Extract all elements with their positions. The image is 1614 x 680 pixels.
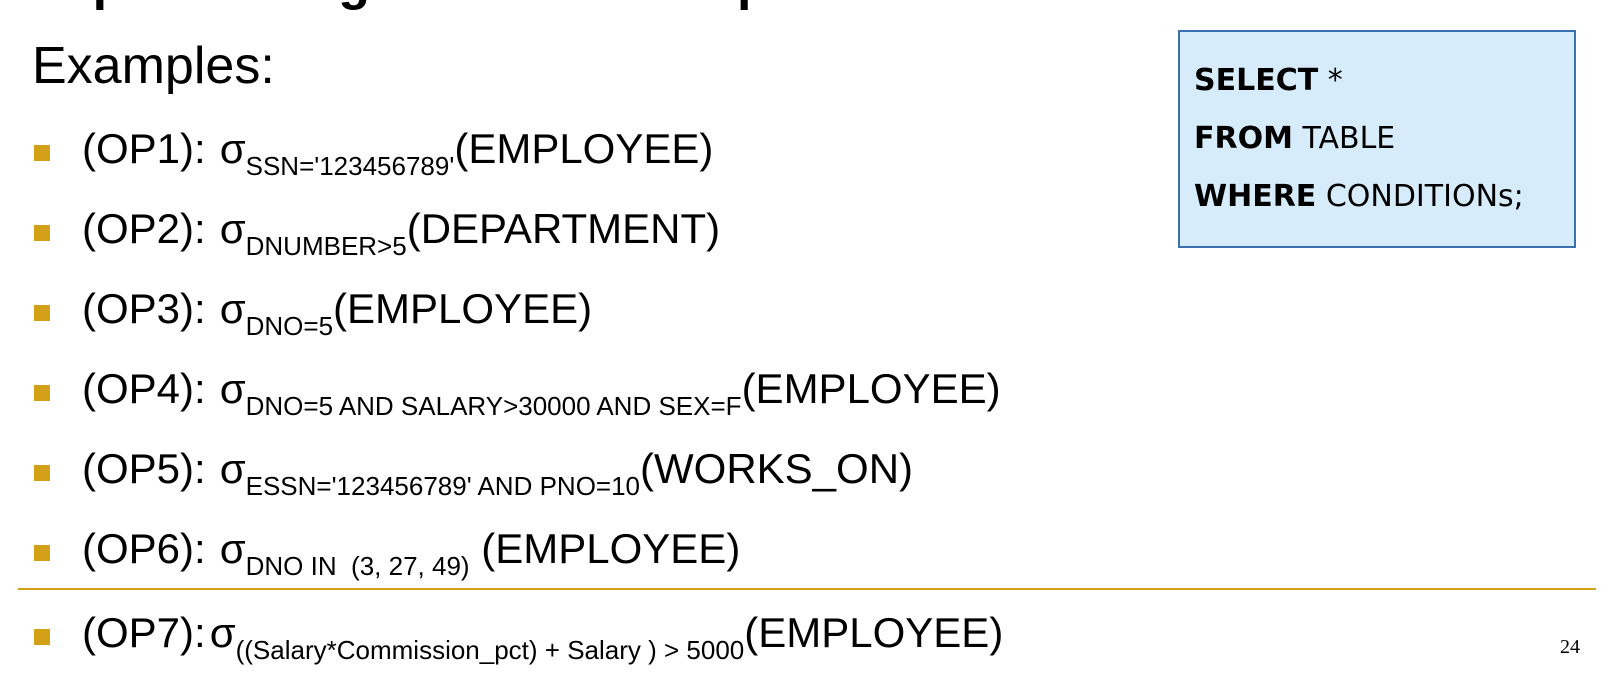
sql-select-line: SELECT * xyxy=(1194,62,1574,120)
sql-keyword: WHERE xyxy=(1194,179,1317,214)
sigma-symbol: σ xyxy=(219,525,246,572)
bullet-square-icon xyxy=(34,305,50,321)
relation-name: (DEPARTMENT) xyxy=(406,205,721,252)
sigma-symbol: σ xyxy=(219,365,246,412)
selection-condition: SSN='123456789' xyxy=(245,151,455,181)
selection-condition: ESSN='123456789' AND PNO=10 xyxy=(245,471,641,501)
bullet-square-icon xyxy=(34,545,50,561)
bullet-square-icon xyxy=(34,465,50,481)
bullet-square-icon xyxy=(34,629,50,645)
sigma-symbol: σ xyxy=(209,609,236,656)
example-expression: (OP6): σDNO IN (3, 27, 49) (EMPLOYEE) xyxy=(82,525,741,581)
examples-heading: Examples: xyxy=(32,37,275,95)
relation-name: (EMPLOYEE) xyxy=(454,125,714,172)
sql-from-line: FROM TABLE xyxy=(1194,120,1574,178)
sigma-symbol: σ xyxy=(219,125,246,172)
selection-condition: DNUMBER>5 xyxy=(245,231,407,261)
op-label: (OP1): xyxy=(82,125,206,172)
relation-name: (EMPLOYEE) xyxy=(469,525,741,572)
relation-name: (EMPLOYEE) xyxy=(744,609,1004,656)
op-label: (OP5): xyxy=(82,445,206,492)
sql-keyword: SELECT xyxy=(1194,63,1319,98)
sql-clause-text: CONDITIONs; xyxy=(1316,179,1524,214)
sql-keyword: FROM xyxy=(1194,121,1293,156)
divider-line xyxy=(18,588,1596,590)
op-label: (OP6): xyxy=(82,525,206,572)
op-label: (OP3): xyxy=(82,285,206,332)
selection-condition: DNO=5 AND SALARY>30000 AND SEX=F xyxy=(245,391,742,421)
relation-name: (EMPLOYEE) xyxy=(741,365,1001,412)
op-label: (OP4): xyxy=(82,365,206,412)
sigma-symbol: σ xyxy=(219,445,246,492)
selection-condition: ((Salary*Commission_pct) + Salary ) > 50… xyxy=(235,635,745,665)
bullet-square-icon xyxy=(34,385,50,401)
selection-condition: DNO IN (3, 27, 49) xyxy=(245,551,470,581)
sigma-symbol: σ xyxy=(219,285,246,332)
sigma-symbol: σ xyxy=(219,205,246,252)
sql-where-line: WHERE CONDITIONs; xyxy=(1194,178,1574,236)
selection-condition: DNO=5 xyxy=(245,311,334,341)
example-expression: (OP1): σSSN='123456789'(EMPLOYEE) xyxy=(82,125,714,181)
bullet-square-icon xyxy=(34,145,50,161)
relation-name: (EMPLOYEE) xyxy=(333,285,593,332)
example-expression: (OP3): σDNO=5(EMPLOYEE) xyxy=(82,285,593,341)
sql-template-box: SELECT * FROM TABLE WHERE CONDITIONs; xyxy=(1178,30,1576,248)
example-expression: (OP7):σ((Salary*Commission_pct) + Salary… xyxy=(82,609,1004,665)
sql-clause-text: * xyxy=(1318,63,1343,98)
example-expression: (OP4): σDNO=5 AND SALARY>30000 AND SEX=F(… xyxy=(82,365,1001,421)
slide-title: Implementing the SELECT Operation xyxy=(32,0,942,8)
example-expression: (OP5): σESSN='123456789' AND PNO=10(WORKS… xyxy=(82,445,914,501)
sql-clause-text: TABLE xyxy=(1292,121,1396,156)
bullet-square-icon xyxy=(34,225,50,241)
relation-name: (WORKS_ON) xyxy=(640,445,914,492)
op-label: (OP7): xyxy=(82,609,206,656)
op-label: (OP2): xyxy=(82,205,206,252)
page-number: 24 xyxy=(1560,636,1580,658)
example-expression: (OP2): σDNUMBER>5(DEPARTMENT) xyxy=(82,205,721,261)
